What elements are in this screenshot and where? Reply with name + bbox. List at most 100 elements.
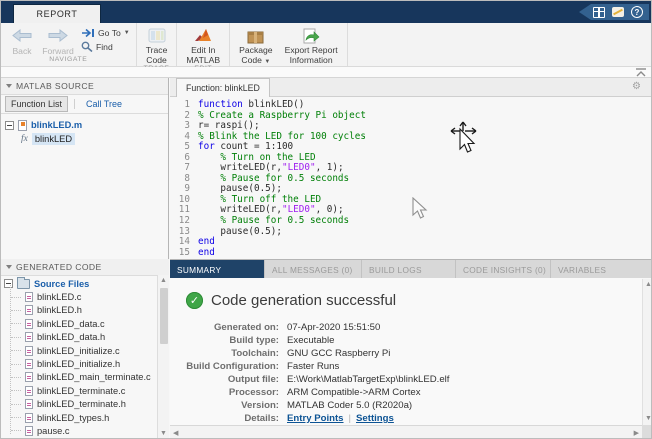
summary-row: Details: Entry Points | Settings: [182, 412, 449, 425]
entry-points-link[interactable]: Entry Points: [287, 413, 344, 424]
tree-item-function[interactable]: fx blinkLED: [5, 132, 168, 146]
source-tab-function-list[interactable]: Function List: [5, 96, 68, 112]
goto-icon: [81, 28, 95, 38]
help-icon[interactable]: ?: [631, 6, 643, 18]
settings-link[interactable]: Settings: [356, 413, 394, 424]
file-item[interactable]: blinkLED_types.h: [1, 411, 157, 424]
summary-row: Processor:ARM Compatible->ARM Cortex: [182, 386, 449, 399]
results-tab-summary[interactable]: SUMMARY: [170, 260, 265, 279]
summary-row: Generated on:07-Apr-2020 15:51:50: [182, 321, 449, 334]
scroll-right-icon[interactable]: ▶: [634, 429, 639, 437]
editor-tab-bar: Function: blinkLED ⚙: [170, 78, 652, 97]
tab-separator: [74, 99, 75, 109]
back-button[interactable]: Back: [5, 25, 39, 56]
file-name: blinkLED_initialize.c: [37, 346, 120, 356]
summary-row: Build type:Executable: [182, 334, 449, 347]
scroll-up-icon[interactable]: ▲: [643, 280, 652, 290]
code-text: end: [198, 248, 215, 259]
status-heading: Code generation successful: [211, 292, 396, 309]
scroll-up-icon[interactable]: ▲: [158, 276, 169, 286]
source-view-tabs: Function List Call Tree: [1, 95, 168, 114]
feedback-icon[interactable]: [612, 7, 624, 17]
link-separator: |: [349, 413, 352, 424]
scroll-left-icon[interactable]: ◀: [173, 429, 178, 437]
code-line: 14end: [170, 237, 652, 248]
matlab-source-tree: blinkLED.m fx blinkLED: [1, 114, 168, 259]
results-tab-all-messages-0-[interactable]: ALL MESSAGES (0): [265, 260, 362, 279]
tree-item-source-files[interactable]: Source Files: [1, 277, 157, 290]
code-line: 15end: [170, 248, 652, 259]
file-name: blinkLED_data.c: [37, 319, 105, 329]
collapse-node-icon[interactable]: [5, 121, 14, 130]
file-item[interactable]: blinkLED.c: [1, 290, 157, 303]
file-item[interactable]: blinkLED_data.c: [1, 317, 157, 330]
export-report-icon: [302, 28, 320, 44]
trace-code-icon: [148, 28, 166, 43]
file-name: blinkLED_terminate.h: [37, 399, 126, 409]
gear-icon[interactable]: ⚙: [632, 81, 641, 93]
file-item[interactable]: blinkLED_terminate.c: [1, 384, 157, 397]
source-file-icon: [25, 386, 33, 396]
results-tab-bar: SUMMARYALL MESSAGES (0)BUILD LOGSCODE IN…: [170, 259, 652, 278]
matlab-file-icon: [18, 120, 27, 131]
results-tab-build-logs[interactable]: BUILD LOGS: [362, 260, 456, 279]
source-tab-call-tree[interactable]: Call Tree: [81, 97, 127, 111]
forward-button[interactable]: Forward: [41, 25, 75, 56]
code-line: 13 pause(0.5);: [170, 227, 652, 238]
matlab-source-header[interactable]: MATLAB SOURCE: [1, 78, 168, 95]
code-area[interactable]: 1function blinkLED()2% Create a Raspberr…: [170, 97, 652, 259]
report-window: REPORT ? Back Forward Go: [0, 0, 652, 439]
source-file-icon: [25, 413, 33, 423]
trace-code-button[interactable]: Trace Code: [141, 25, 173, 65]
file-item[interactable]: blinkLED_initialize.c: [1, 344, 157, 357]
generated-code-header[interactable]: GENERATED CODE: [1, 259, 169, 276]
file-item[interactable]: blinkLED_initialize.h: [1, 357, 157, 370]
file-item[interactable]: blinkLED_data.h: [1, 331, 157, 344]
summary-value: E:\Work\MatlabTargetExp\blinkLED.elf: [287, 374, 449, 385]
file-name: blinkLED_terminate.c: [37, 386, 125, 396]
source-files-label: Source Files: [34, 279, 89, 289]
tree-item-file[interactable]: blinkLED.m: [5, 118, 168, 132]
source-file-icon: [25, 292, 33, 302]
find-button[interactable]: Find: [81, 41, 130, 52]
search-icon: [81, 41, 93, 52]
back-arrow-icon: [11, 28, 33, 43]
file-item[interactable]: blinkLED_main_terminate.c: [1, 371, 157, 384]
scrollbar-thumb[interactable]: [160, 288, 168, 344]
file-item[interactable]: blinkLED.h: [1, 304, 157, 317]
summary-label: Build type:: [182, 335, 279, 346]
source-file-icon: [25, 346, 33, 356]
file-list-scrollbar[interactable]: ▲ ▼: [157, 275, 169, 439]
summary-scrollbar[interactable]: ▲ ▼: [642, 279, 652, 425]
summary-label: Toolchain:: [182, 348, 279, 359]
summary-hscrollbar[interactable]: ◀ ▶: [170, 425, 642, 439]
edit-in-matlab-button[interactable]: Edit In MATLAB: [181, 25, 225, 65]
layout-grid-icon[interactable]: [593, 7, 605, 18]
summary-label: Details:: [182, 413, 279, 424]
collapse-toolstrip-icon[interactable]: [635, 68, 647, 77]
editor-tab-function[interactable]: Function: blinkLED: [176, 78, 270, 97]
file-name: blinkLED_initialize.h: [37, 359, 120, 369]
package-code-button[interactable]: Package Code ▼: [234, 25, 277, 67]
line-number: 12: [170, 216, 198, 227]
collapse-node-icon[interactable]: [4, 279, 13, 288]
scroll-down-icon[interactable]: ▼: [643, 414, 652, 424]
export-report-button[interactable]: Export Report Information: [280, 25, 343, 65]
goto-button[interactable]: Go To ▼: [81, 28, 130, 38]
ribbon-tab-report[interactable]: REPORT: [13, 4, 101, 23]
file-name: blinkLED_main_terminate.c: [37, 372, 151, 382]
group-edit: Edit In MATLAB EDIT: [177, 23, 230, 66]
file-item[interactable]: pause.c: [1, 424, 157, 437]
summary-label: Output file:: [182, 374, 279, 385]
file-name: pause.c: [37, 426, 70, 436]
source-file-icon: [25, 332, 33, 342]
left-panel: MATLAB SOURCE Function List Call Tree bli…: [1, 78, 169, 439]
scroll-down-icon[interactable]: ▼: [158, 429, 169, 439]
results-tab-variables[interactable]: VARIABLES: [551, 260, 652, 279]
results-tab-code-insights-0-[interactable]: CODE INSIGHTS (0): [456, 260, 551, 279]
package-box-icon: [247, 28, 264, 44]
summary-value: 07-Apr-2020 15:51:50: [287, 322, 380, 333]
summary-label: Build Configuration:: [182, 361, 279, 372]
file-item[interactable]: blinkLED_terminate.h: [1, 398, 157, 411]
success-check-icon: ✓: [186, 292, 203, 309]
